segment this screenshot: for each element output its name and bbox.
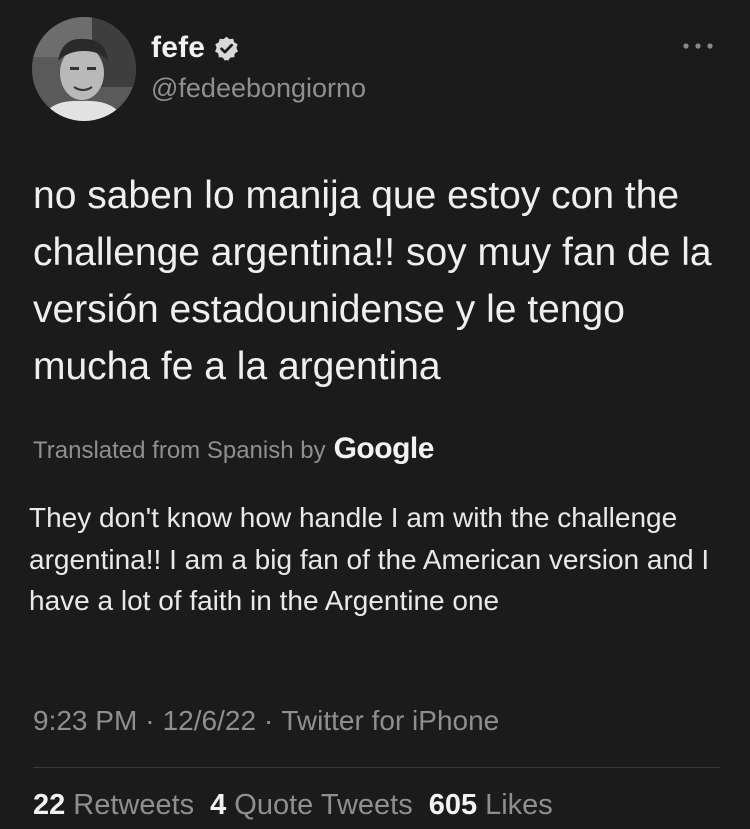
verified-badge-icon [213, 35, 240, 62]
more-options-icon[interactable] [680, 36, 716, 56]
divider [33, 767, 720, 768]
tweet-meta: 9:23 PM · 12/6/22 · Twitter for iPhone [33, 705, 499, 737]
tweet-source[interactable]: Twitter for iPhone [281, 705, 499, 737]
author-handle[interactable]: @fedeebongiorno [151, 73, 366, 104]
display-name[interactable]: fefe [151, 31, 205, 65]
google-logo: Google [333, 432, 435, 465]
engagement-stats: 22 Retweets 4 Quote Tweets 605 Likes [33, 789, 569, 822]
tweet-date[interactable]: 12/6/22 [163, 705, 256, 737]
meta-separator: · [264, 705, 274, 736]
quote-tweets-count: 4 [210, 789, 227, 821]
retweets-count: 22 [33, 789, 66, 821]
retweets-label: Retweets [73, 789, 195, 821]
retweets-stat[interactable]: 22 Retweets [33, 789, 194, 822]
profile-photo-icon [32, 17, 136, 121]
translation-attribution: Translated from Spanish by Google [33, 432, 434, 466]
tweet-detail: fefe @fedeebongiorno no saben lo manija … [0, 0, 750, 829]
avatar[interactable] [32, 17, 136, 121]
translated-from-label: Translated from Spanish by [33, 437, 326, 464]
tweet-text: no saben lo manija que estoy con the cha… [33, 174, 712, 388]
quote-tweets-label: Quote Tweets [234, 789, 413, 821]
author-name-row[interactable]: fefe [151, 31, 240, 65]
meta-separator: · [145, 705, 155, 736]
likes-label: Likes [485, 789, 553, 821]
likes-stat[interactable]: 605 Likes [429, 789, 553, 822]
translation-text: They don't know how handle I am with the… [29, 502, 710, 616]
quote-tweets-stat[interactable]: 4 Quote Tweets [210, 789, 413, 822]
likes-count: 605 [428, 789, 478, 821]
tweet-time[interactable]: 9:23 PM [33, 705, 137, 737]
